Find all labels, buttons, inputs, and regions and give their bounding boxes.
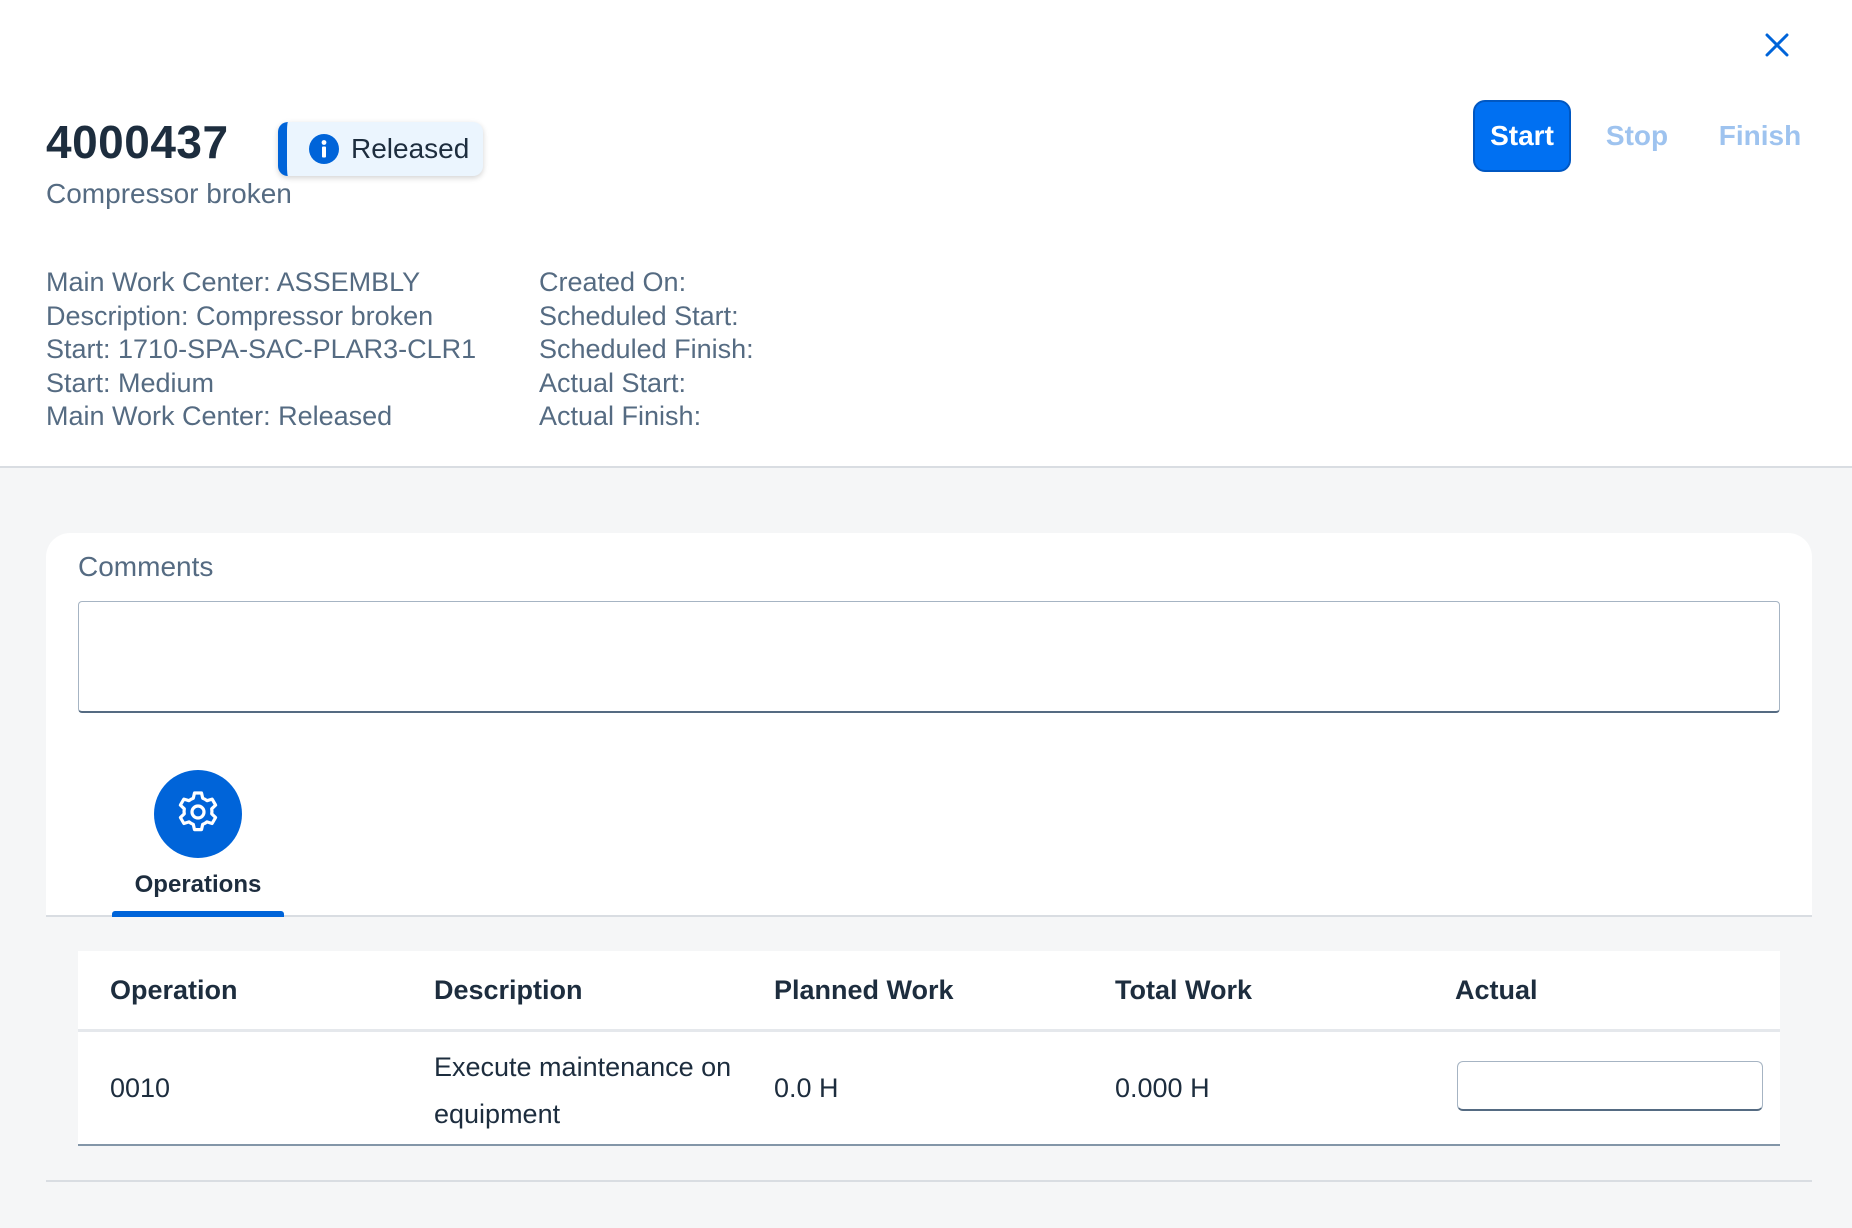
object-header: 4000437 Released Compressor broken Start… xyxy=(0,0,1852,468)
finish-button[interactable]: Finish xyxy=(1710,100,1810,172)
detail-main-work-center: Main Work Center: ASSEMBLY xyxy=(46,267,421,297)
page-title: 4000437 xyxy=(46,116,229,168)
detail-scheduled-finish: Scheduled Finish: xyxy=(539,334,754,364)
status-badge-label: Released xyxy=(351,133,470,164)
detail-start-priority: Start: Medium xyxy=(46,367,215,398)
column-header-operation: Operation xyxy=(110,975,238,1005)
comments-card: Comments xyxy=(46,533,1812,741)
detail-actual-start: Actual Start: xyxy=(539,367,687,398)
info-icon xyxy=(309,134,339,164)
tab-operations-label: Operations xyxy=(134,871,262,898)
details-left-column: Main Work Center: ASSEMBLY Description: … xyxy=(46,266,476,434)
column-header-actual: Actual xyxy=(1455,975,1538,1005)
status-badge: Released xyxy=(278,122,484,176)
details-right-column: Created On: Scheduled Start: Scheduled F… xyxy=(539,266,754,434)
tab-bar: Operations xyxy=(46,741,1812,917)
detail-actual-finish: Actual Finish: xyxy=(539,401,702,431)
page-subtitle: Compressor broken xyxy=(46,178,292,209)
actual-work-input[interactable] xyxy=(1457,1061,1763,1111)
table-header: Operation Description Planned Work Total… xyxy=(78,951,1780,1032)
tab-selected-indicator xyxy=(112,911,284,917)
detail-scheduled-start: Scheduled Start: xyxy=(539,300,739,331)
table-row: 0010 Execute maintenance on equipment 0.… xyxy=(78,1032,1780,1146)
tab-operations[interactable]: Operations xyxy=(110,741,286,917)
operations-table: Operation Description Planned Work Total… xyxy=(78,951,1780,1146)
start-button[interactable]: Start xyxy=(1473,100,1571,172)
cell-total-work: 0.000 H xyxy=(1115,1073,1210,1103)
detail-start-location: Start: 1710-SPA-SAC-PLAR3-CLR1 xyxy=(46,334,477,364)
gear-icon xyxy=(175,789,221,840)
tab-operations-icon-circle xyxy=(154,770,242,858)
detail-description: Description: Compressor broken xyxy=(46,300,434,331)
detail-created-on: Created On: xyxy=(539,267,687,297)
column-header-planned-work: Planned Work xyxy=(774,975,954,1005)
comments-textarea[interactable] xyxy=(78,601,1780,713)
stop-button[interactable]: Stop xyxy=(1592,100,1682,172)
close-button[interactable] xyxy=(1758,28,1796,66)
close-icon xyxy=(1765,33,1789,62)
divider xyxy=(46,1180,1812,1182)
cell-planned-work: 0.0 H xyxy=(774,1073,839,1103)
cell-description: Execute maintenance on equipment xyxy=(434,1052,732,1129)
detail-main-work-center-status: Main Work Center: Released xyxy=(46,401,393,431)
comments-label: Comments xyxy=(78,551,214,582)
column-header-total-work: Total Work xyxy=(1115,975,1253,1005)
cell-operation: 0010 xyxy=(110,1073,171,1103)
column-header-description: Description xyxy=(434,975,583,1005)
